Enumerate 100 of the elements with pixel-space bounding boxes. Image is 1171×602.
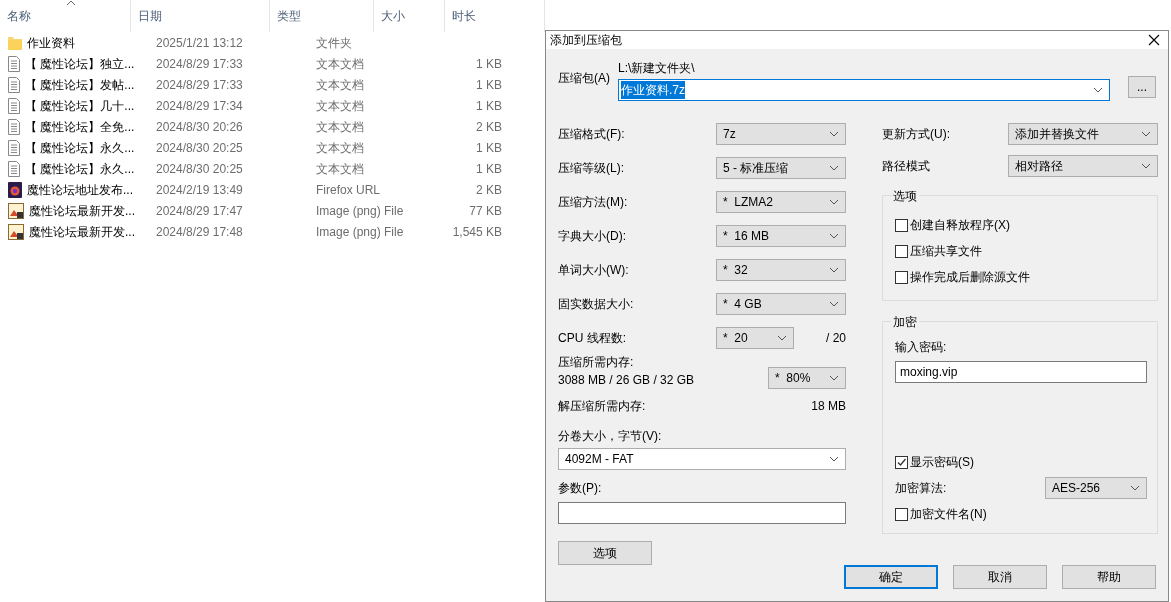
chevron-icon [1093,87,1103,93]
file-date: 2024/8/29 17:48 [155,223,244,241]
file-size: 1 KB [475,160,502,178]
group-title: 选项 [891,187,919,205]
chevron-icon [829,267,839,273]
text-file-icon [8,139,20,156]
checkbox-label[interactable]: 操作完成后删除源文件 [910,268,1030,286]
text-file-icon [8,160,20,177]
chevron-icon [829,199,839,205]
file-name[interactable]: 魔性论坛最新开发... [29,222,135,241]
checkbox-label[interactable]: 显示密码(S) [910,453,974,471]
file-type: 文本文档 [315,76,365,94]
link-file-icon [8,181,22,198]
dropdown[interactable]: 7z [716,123,846,145]
checkbox[interactable] [895,507,908,521]
file-name[interactable]: 作业资料 [27,33,75,52]
chevron-icon [829,456,839,462]
field-label: 压缩方法(M): [558,194,628,211]
file-name[interactable]: 【 魔性论坛】独立... [25,54,135,73]
dropdown[interactable]: * 4 GB [716,293,846,315]
field-label: 压缩所需内存: [558,354,635,371]
chevron-icon [829,301,839,307]
field-label: 参数(P): [558,480,603,497]
parameters-field[interactable] [558,502,846,524]
dropdown[interactable]: 4092M - FAT [558,448,846,470]
checkbox-label[interactable]: 创建自释放程序(X) [910,216,1010,234]
options-button[interactable]: 选项 [558,541,652,565]
checkbox-label[interactable]: 加密文件名(N) [910,505,987,523]
file-date: 2025/1/21 13:12 [155,34,244,52]
window-title: 添加到压缩包 [550,32,622,49]
file-type: Image (png) File [315,202,405,220]
file-name[interactable]: 【 魔性论坛】几十... [25,96,135,115]
memory-usage: 18 MB [811,398,846,415]
dropdown[interactable]: 5 - 标准压缩 [716,157,846,179]
dropdown[interactable]: * 16 MB [716,225,846,247]
file-name[interactable]: 【 魔性论坛】永久... [25,138,135,157]
checkbox[interactable] [895,244,908,258]
field-label: 压缩包(A) [558,70,611,87]
checkbox[interactable] [895,455,908,469]
column-header[interactable]: 类型 [269,0,375,32]
field-label: 单词大小(W): [558,262,629,279]
dropdown[interactable]: * LZMA2 [716,191,846,213]
file-type: Firefox URL [315,181,381,199]
memory-usage: 3088 MB / 26 GB / 32 GB [558,372,695,389]
file-size: 1,545 KB [451,223,502,241]
checkbox[interactable] [895,270,908,284]
dialog-button[interactable]: 帮助 [1062,565,1156,589]
text-file-icon [8,97,20,114]
chevron-icon [1141,131,1151,137]
column-header[interactable]: 时长 [444,0,545,32]
field-label: 固实数据大小: [558,296,634,313]
chevron-icon [829,375,839,381]
folder-path: L:\新建文件夹\ [618,60,696,77]
column-header[interactable]: 日期 [130,0,270,32]
image-file-icon [8,202,24,219]
field-label: 解压缩所需内存: [558,398,646,415]
group-title: 加密 [891,313,919,331]
dropdown[interactable]: * 80% [768,367,846,389]
file-size: 1 KB [475,55,502,73]
column-header[interactable]: 大小 [374,0,445,32]
checkbox[interactable] [895,218,908,232]
dropdown[interactable]: * 20 [716,327,794,349]
dropdown[interactable]: 相对路径 [1008,155,1158,177]
file-type: Image (png) File [315,223,405,241]
dialog-button[interactable]: 确定 [844,565,938,589]
file-date: 2024/8/30 20:26 [155,118,244,136]
file-type: 文件夹 [315,34,353,52]
file-size: 1 KB [475,76,502,94]
dialog-button[interactable]: 取消 [953,565,1047,589]
file-name[interactable]: 魔性论坛地址发布... [27,180,133,199]
file-size: 2 KB [475,181,502,199]
file-name[interactable]: 【 魔性论坛】永久... [25,159,135,178]
chevron-icon [829,165,839,171]
file-name[interactable]: 【 魔性论坛】全免... [25,117,135,136]
text-file-icon [8,118,20,135]
browse-button[interactable]: ... [1128,76,1156,98]
column-header[interactable]: 名称 [0,0,131,32]
file-type: 文本文档 [315,118,365,136]
password-field[interactable]: moxing.vip [895,361,1147,383]
file-name[interactable]: 【 魔性论坛】发帖... [25,75,135,94]
chevron-icon [1141,163,1151,169]
field-label: 字典大小(D): [558,228,626,245]
dropdown[interactable]: 添加并替换文件 [1008,123,1158,145]
file-type: 文本文档 [315,160,365,178]
file-size: 1 KB [475,139,502,157]
file-date: 2024/8/30 20:25 [155,160,244,178]
dropdown[interactable]: AES-256 [1045,477,1147,499]
file-date: 2024/8/30 20:25 [155,139,244,157]
text-file-icon [8,76,20,93]
dropdown[interactable]: * 32 [716,259,846,281]
file-date: 2024/8/29 17:33 [155,76,244,94]
text-file-icon [8,55,20,72]
archive-name-field[interactable]: 作业资料.7z [618,79,1110,101]
close-icon[interactable] [1148,34,1160,46]
checkbox-label[interactable]: 压缩共享文件 [910,242,982,260]
chevron-icon [829,131,839,137]
field-label: 更新方式(U): [882,126,950,143]
file-name[interactable]: 魔性论坛最新开发... [29,201,135,220]
file-type: 文本文档 [315,97,365,115]
file-date: 2024/8/29 17:34 [155,97,244,115]
